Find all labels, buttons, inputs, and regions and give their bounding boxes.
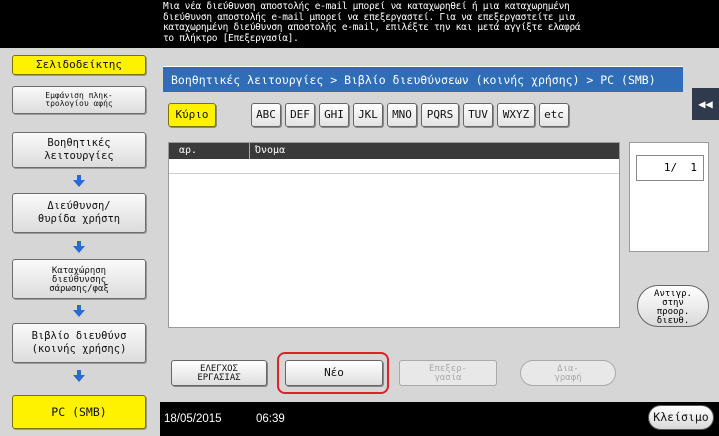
column-number: αρ. — [179, 145, 198, 156]
bookmark-button[interactable]: Σελιδοδείκτης — [12, 55, 146, 75]
tab-ghi[interactable]: GHI — [319, 103, 349, 127]
step-arrow-icon — [73, 175, 85, 187]
breadcrumb: Βοηθητικές λειτουργίες > Βιβλίο διευθύνσ… — [163, 66, 683, 92]
column-name: Όνομα — [255, 145, 286, 156]
list-row-divider — [169, 173, 619, 174]
step-label-line1: Βιβλίο διευθύνσ — [31, 330, 127, 342]
sidebar-step-address-book[interactable]: Βιβλίο διευθύνσ (κοινής χρήσης) — [12, 323, 146, 363]
page-count: 1/ 1 — [636, 155, 704, 181]
step-label-line1: Διεύθυνση/ — [47, 200, 111, 212]
sidebar-step-pc-smb[interactable]: PC (SMB) — [12, 395, 146, 429]
tab-jkl[interactable]: JKL — [353, 103, 383, 127]
view-keypad-button[interactable]: Εμφάνιση πληκ- τρολογίου αφής — [12, 86, 146, 114]
page-total: 1 — [690, 161, 697, 174]
step-label-line2: λειτουργίες — [44, 150, 114, 162]
bookmark-label: Σελιδοδείκτης — [35, 58, 123, 71]
check-job-button[interactable]: ΕΛΕΓΧΟΣ ΕΡΓΑΣΙΑΣ — [171, 360, 267, 386]
tab-abc[interactable]: ABC — [251, 103, 281, 127]
new-button[interactable]: Νέο — [285, 360, 383, 386]
step-label-line3: σάρωσης/φαξ — [49, 284, 109, 294]
sidebar-step-user-box[interactable]: Διεύθυνση/ θυρίδα χρήστη — [12, 193, 146, 233]
status-date: 18/05/2015 — [164, 413, 222, 425]
tab-tuv[interactable]: TUV — [463, 103, 493, 127]
button-label-line2: ΕΡΓΑΣΙΑΣ — [197, 373, 241, 383]
step-label: PC (SMB) — [51, 405, 107, 419]
button-label-line2: γραφή — [554, 373, 582, 383]
page-indicator: 1/ 1 — [629, 142, 709, 252]
message-bar: Μια νέα διεύθυνση αποστολής e-mail μπορε… — [0, 0, 719, 48]
status-time: 06:39 — [256, 413, 285, 425]
page-current: 1/ — [663, 161, 678, 174]
list-header: αρ. Όνομα — [169, 143, 619, 159]
step-label-line1: Βοηθητικές — [47, 137, 111, 149]
sidebar-step-scan-fax[interactable]: Καταχώρηση διεύθυνσης σάρωσης/φαξ — [12, 259, 146, 299]
step-arrow-icon — [73, 370, 85, 382]
view-keypad-label-line2: τρολογίου αφής — [45, 99, 113, 108]
collapse-panel-icon[interactable]: ◀◀ — [692, 88, 719, 120]
tab-def[interactable]: DEF — [285, 103, 315, 127]
edit-button[interactable]: Επεξερ- γασία — [399, 360, 497, 386]
tab-pqrs[interactable]: PQRS — [421, 103, 459, 127]
tab-main[interactable]: Κύριο — [168, 103, 216, 127]
button-label-line2: γασία — [434, 373, 462, 383]
close-button[interactable]: Κλείσιμο — [648, 405, 714, 430]
step-arrow-icon — [73, 241, 85, 253]
delete-button[interactable]: Δια- γραφή — [520, 360, 616, 386]
instruction-message: Μια νέα διεύθυνση αποστολής e-mail μπορε… — [163, 1, 581, 44]
sidebar-step-utility[interactable]: Βοηθητικές λειτουργίες — [12, 132, 146, 168]
address-list[interactable]: αρ. Όνομα — [168, 142, 620, 328]
copy-to-destination-button[interactable]: Αντιγρ. στην προορ. διευθ. — [637, 285, 709, 327]
step-arrow-icon — [73, 305, 85, 317]
tab-etc[interactable]: etc — [539, 103, 569, 127]
button-label-line4: διευθ. — [656, 316, 690, 326]
step-label-line2: θυρίδα χρήστη — [37, 213, 121, 225]
step-label-line2: (κοινής χρήσης) — [31, 343, 127, 355]
status-bar: 18/05/2015 06:39 — [160, 402, 719, 436]
column-divider — [249, 143, 250, 159]
tab-wxyz[interactable]: WXYZ — [497, 103, 535, 127]
message-bar-left — [0, 0, 160, 48]
tab-mno[interactable]: MNO — [387, 103, 417, 127]
